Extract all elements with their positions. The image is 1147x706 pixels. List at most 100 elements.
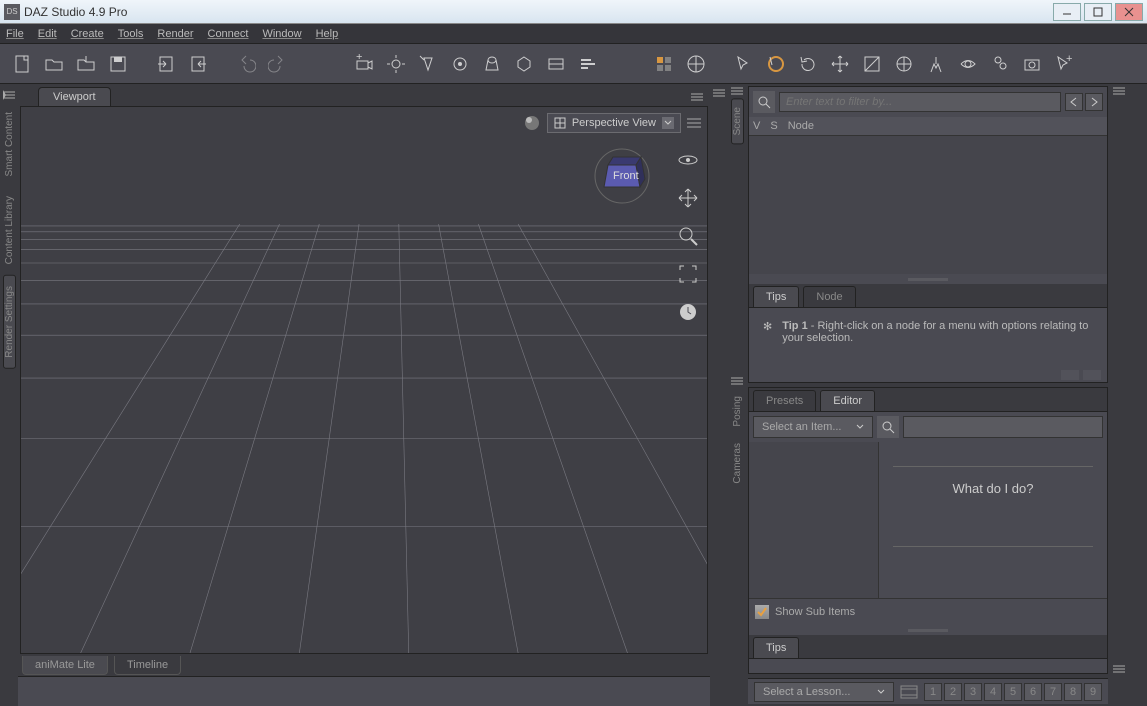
tab-cameras[interactable]: Cameras	[732, 435, 743, 492]
save-file-icon[interactable]	[104, 50, 132, 78]
lesson-step-7[interactable]: 7	[1044, 683, 1062, 701]
menu-create[interactable]: Create	[71, 28, 104, 40]
lesson-step-6[interactable]: 6	[1024, 683, 1042, 701]
col-selectable[interactable]: S	[770, 120, 777, 132]
zoom-icon[interactable]	[675, 223, 701, 249]
lesson-step-5[interactable]: 5	[1004, 683, 1022, 701]
lesson-step-3[interactable]: 3	[964, 683, 982, 701]
active-tool-icon[interactable]	[762, 50, 790, 78]
filter-prev-icon[interactable]	[1065, 93, 1083, 111]
align-icon[interactable]	[574, 50, 602, 78]
minimize-button[interactable]	[1053, 3, 1081, 21]
redo-icon[interactable]	[264, 50, 292, 78]
search-icon[interactable]	[753, 91, 775, 113]
item-selector[interactable]: Select an Item...	[753, 416, 873, 438]
select-tool-icon[interactable]	[730, 50, 758, 78]
tab-tips-lower[interactable]: Tips	[753, 637, 799, 658]
open-file-icon[interactable]	[40, 50, 68, 78]
scene-tree-empty[interactable]	[749, 136, 1107, 274]
panel-toggle-icon[interactable]	[1, 88, 17, 102]
tip-next-icon[interactable]	[1083, 370, 1101, 380]
translate-tool-icon[interactable]	[826, 50, 854, 78]
close-button[interactable]	[1115, 3, 1143, 21]
panel-toggle-icon[interactable]	[1111, 662, 1127, 676]
sphere-preview-icon[interactable]	[523, 114, 541, 132]
panel-toggle-icon[interactable]	[729, 84, 745, 98]
reset-view-icon[interactable]	[675, 299, 701, 325]
spot-render-icon[interactable]	[986, 50, 1014, 78]
viewport-tab[interactable]: Viewport	[38, 87, 111, 106]
pose-tool-icon[interactable]	[922, 50, 950, 78]
viewport[interactable]: Perspective View Front	[20, 106, 708, 654]
menu-connect[interactable]: Connect	[208, 28, 249, 40]
lesson-step-2[interactable]: 2	[944, 683, 962, 701]
new-spotlight-icon[interactable]	[414, 50, 442, 78]
lesson-film-icon[interactable]	[900, 685, 918, 699]
new-group-icon[interactable]	[542, 50, 570, 78]
new-null-icon[interactable]	[446, 50, 474, 78]
tab-presets[interactable]: Presets	[753, 390, 816, 411]
new-file-icon[interactable]	[8, 50, 36, 78]
search-icon[interactable]	[877, 416, 899, 438]
resize-handle[interactable]	[749, 274, 1107, 284]
undo-icon[interactable]	[232, 50, 260, 78]
tab-timeline[interactable]: Timeline	[114, 656, 181, 675]
lesson-selector[interactable]: Select a Lesson...	[754, 682, 894, 702]
panel-toggle-icon[interactable]	[711, 86, 727, 100]
tab-animate-lite[interactable]: aniMate Lite	[22, 656, 108, 675]
new-spotlight2-icon[interactable]	[478, 50, 506, 78]
world-axis-icon[interactable]	[682, 50, 710, 78]
menu-render[interactable]: Render	[157, 28, 193, 40]
new-light-icon[interactable]	[382, 50, 410, 78]
tab-editor[interactable]: Editor	[820, 390, 875, 411]
tab-node[interactable]: Node	[803, 286, 855, 307]
merge-file-icon[interactable]	[72, 50, 100, 78]
region-tool-icon[interactable]: +	[1050, 50, 1078, 78]
maximize-button[interactable]	[1084, 3, 1112, 21]
menu-help[interactable]: Help	[316, 28, 339, 40]
menu-window[interactable]: Window	[262, 28, 301, 40]
menu-tools[interactable]: Tools	[118, 28, 144, 40]
view-selector[interactable]: Perspective View	[547, 113, 681, 133]
frame-icon[interactable]	[675, 261, 701, 287]
new-camera-icon[interactable]: +	[350, 50, 378, 78]
panel-toggle-icon[interactable]	[1111, 84, 1127, 98]
menu-file[interactable]: File	[6, 28, 24, 40]
col-node[interactable]: Node	[788, 120, 814, 132]
orbit-icon[interactable]	[675, 147, 701, 173]
resize-handle[interactable]	[749, 625, 1107, 635]
import-icon[interactable]	[152, 50, 180, 78]
tab-render-settings[interactable]: Render Settings	[3, 275, 16, 369]
pan-icon[interactable]	[675, 185, 701, 211]
tab-content-library[interactable]: Content Library	[4, 186, 15, 274]
viewport-menu-icon[interactable]	[687, 117, 701, 129]
drawstyle-icon[interactable]	[650, 50, 678, 78]
show-sub-items-checkbox[interactable]	[755, 605, 769, 619]
rotate-tool-icon[interactable]	[794, 50, 822, 78]
item-selector-label: Select an Item...	[762, 421, 841, 433]
tip-prev-icon[interactable]	[1061, 370, 1079, 380]
tab-smart-content[interactable]: Smart Content	[4, 102, 15, 186]
filter-next-icon[interactable]	[1085, 93, 1103, 111]
surface-search-input[interactable]	[903, 416, 1103, 438]
lesson-step-9[interactable]: 9	[1084, 683, 1102, 701]
scale-tool-icon[interactable]	[858, 50, 886, 78]
scene-filter-input[interactable]	[779, 92, 1061, 112]
tab-posing[interactable]: Posing	[732, 388, 743, 435]
menu-edit[interactable]: Edit	[38, 28, 57, 40]
tab-tips[interactable]: Tips	[753, 286, 799, 307]
export-icon[interactable]	[184, 50, 212, 78]
render-icon[interactable]	[1018, 50, 1046, 78]
universal-tool-icon[interactable]	[890, 50, 918, 78]
new-primitive-icon[interactable]	[510, 50, 538, 78]
view-cube[interactable]: Front	[593, 147, 651, 205]
tab-scene[interactable]: Scene	[731, 98, 744, 144]
lesson-step-1[interactable]: 1	[924, 683, 942, 701]
lesson-step-4[interactable]: 4	[984, 683, 1002, 701]
surface-list[interactable]	[749, 442, 879, 598]
surface-tool-icon[interactable]	[954, 50, 982, 78]
col-visible[interactable]: V	[753, 120, 760, 132]
panel-menu-icon[interactable]	[688, 88, 706, 106]
panel-toggle-icon[interactable]	[729, 374, 745, 388]
lesson-step-8[interactable]: 8	[1064, 683, 1082, 701]
